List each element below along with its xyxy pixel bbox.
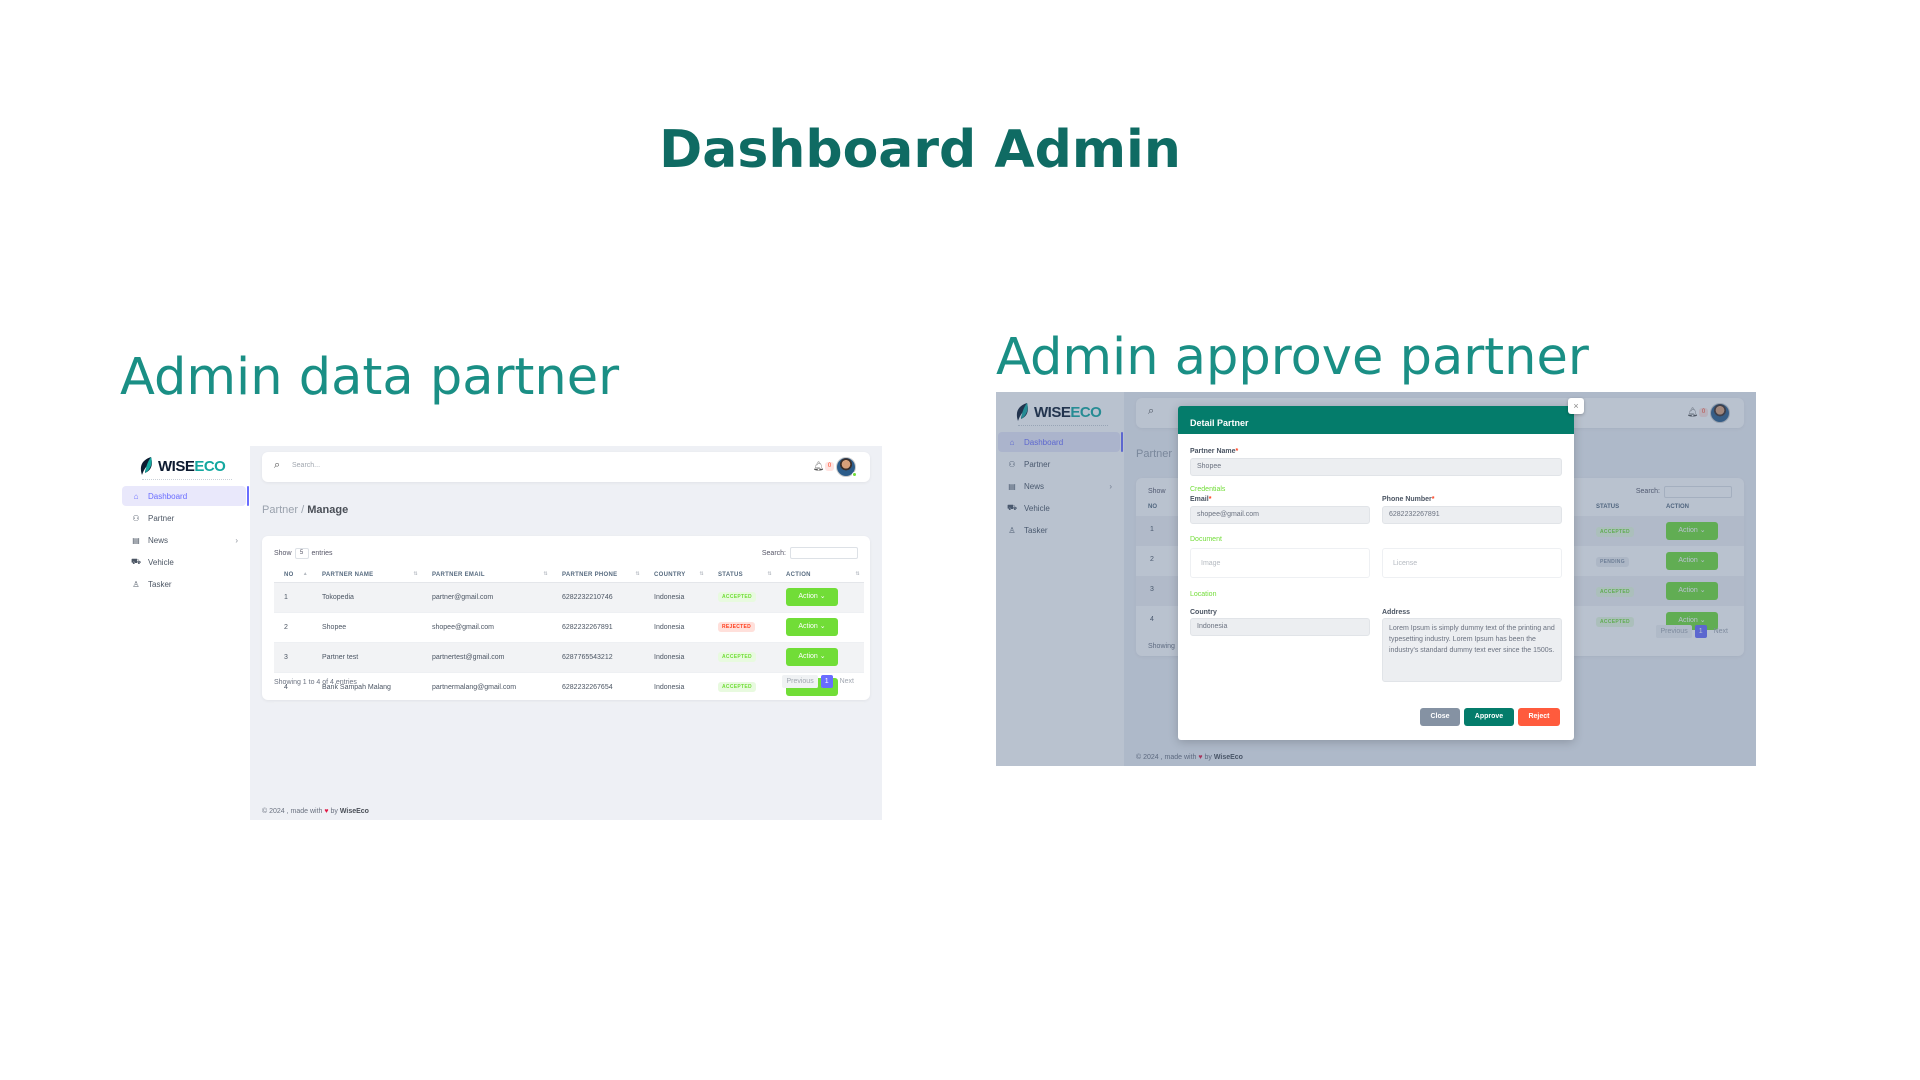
reject-button[interactable]: Reject [1518,708,1560,726]
sidebar-item-partner[interactable]: ⚇ Partner [122,508,246,528]
table-row: 3 Partner test partnertest@gmail.com 628… [274,642,864,673]
table-row: 4 Bank Sampah Malang partnermalang@gmail… [274,672,864,703]
location-section-label: Location [1190,591,1217,598]
approve-button[interactable]: Approve [1464,708,1514,726]
detail-partner-modal: Detail Partner × Partner Name* Shopee Cr… [1178,398,1584,740]
status-badge: ACCEPTED [718,682,756,692]
sidebar-item-tasker[interactable]: ♙ Tasker [122,574,246,594]
action-dropdown-button[interactable]: Action ⌄ [786,648,838,666]
person-icon: ♙ [132,579,140,589]
col-partner-name[interactable]: PARTNER NAME ⇅ [312,568,422,583]
phone-field[interactable]: 6282232267891 [1382,506,1562,524]
sidebar-item-label: Vehicle [148,557,174,567]
pagination-page-1[interactable]: 1 [820,675,833,688]
sidebar-item-vehicle[interactable]: ⛟ Vehicle [122,552,246,572]
credentials-section-label: Credentials [1190,486,1226,493]
brand-logo[interactable]: WISEECO [138,456,226,476]
truck-icon: ⛟ [130,557,142,566]
col-no[interactable]: NO ▲ [274,568,312,583]
user-icon: ⚇ [132,513,140,523]
sidebar-item-label: News [148,535,169,545]
table-header-row: NO ▲ PARTNER NAME ⇅ PARTNER EMAIL ⇅ PARTNER… [274,568,864,583]
phone-label: Phone Number* [1382,496,1435,503]
pagination: Previous 1 Next [782,675,858,688]
sidebar-item-news[interactable]: ▤ News › [122,530,246,550]
table-info: Showing 1 to 4 of 4 entries [274,679,357,686]
image-preview[interactable]: Image [1190,548,1370,578]
sidebar-item-dashboard[interactable]: ⌂ Dashboard [122,486,246,506]
brand-name: WISEECO [158,457,226,475]
table-search-label: Search: [761,550,786,557]
active-indicator [247,486,249,506]
country-field[interactable]: Indonesia [1190,618,1370,636]
sidebar-item-label: Dashboard [148,491,188,501]
page-length-control: Show 5 entries [274,548,333,559]
col-status[interactable]: STATUS ⇅ [708,568,776,583]
email-label: Email* [1190,496,1212,503]
notification-badge: 0 [825,462,834,471]
pagination-previous[interactable]: Previous [782,675,818,688]
table-row: 2 Shopee shopee@gmail.com 6282232267891 … [274,612,864,643]
table-search-input[interactable] [790,547,858,559]
screenshot-approve-partner: WISEECO ⌂ Dashboard ⚇ Partner ▤ News › ⛟ Vehi… [996,392,1756,766]
status-badge: ACCEPTED [718,592,756,602]
chevron-right-icon: › [235,535,238,545]
search-icon[interactable]: ⌕ [274,459,280,472]
online-status-dot [852,472,857,477]
caption-data-partner: Admin data partner [120,348,620,407]
bell-icon[interactable]: 🔔︎ [813,461,824,472]
pagination-next[interactable]: Next [836,675,858,688]
home-icon: ⌂ [133,491,139,501]
document-section-label: Document [1190,536,1222,543]
search-input[interactable]: Search... [292,462,320,469]
partner-name-field[interactable]: Shopee [1190,458,1562,476]
footer-copyright: © 2024 , made with ♥ by WiseEco [262,808,369,815]
partner-name-label: Partner Name* [1190,448,1239,455]
action-dropdown-button[interactable]: Action ⌄ [786,618,838,636]
status-badge: REJECTED [718,622,756,632]
screenshot-data-partner: WISEECO ⌂ Dashboard ⚇ Partner ▤ News › ⛟ Vehi… [120,446,882,820]
sidebar-item-label: Partner [148,513,175,523]
address-field[interactable]: Lorem Ipsum is simply dummy text of the … [1382,618,1562,682]
close-icon[interactable]: × [1568,398,1584,414]
page-length-select[interactable]: 5 [294,548,309,559]
page-title: Dashboard Admin [659,120,1181,180]
action-dropdown-button[interactable]: Action ⌄ [786,588,838,606]
sidebar-nav: ⌂ Dashboard ⚇ Partner ▤ News › ⛟ Vehicle ♙ Tas… [122,486,246,596]
footer-brand-link[interactable]: WiseEco [340,808,369,815]
close-button[interactable]: Close [1420,708,1460,726]
leaf-icon [140,457,152,475]
status-badge: ACCEPTED [718,652,756,662]
brand-tagline [142,477,232,480]
modal-title: Detail Partner [1178,406,1574,434]
col-partner-phone[interactable]: PARTNER PHONE ⇅ [552,568,644,583]
email-field[interactable]: shopee@gmail.com [1190,506,1370,524]
sidebar: WISEECO ⌂ Dashboard ⚇ Partner ▤ News › ⛟ Vehi… [120,446,250,820]
col-partner-email[interactable]: PARTNER EMAIL ⇅ [422,568,552,583]
caption-approve-partner: Admin approve partner [996,328,1589,387]
license-preview[interactable]: License [1382,548,1562,578]
partner-table: NO ▲ PARTNER NAME ⇅ PARTNER EMAIL ⇅ PARTNER… [274,568,864,703]
country-label: Country [1190,609,1217,616]
main-content: ⌕ Search... 🔔︎ 0 Partner / Manage Show 5… [250,446,882,820]
heart-icon: ♥ [324,808,329,815]
address-label: Address [1382,609,1411,616]
news-icon: ▤ [132,535,140,545]
topbar: ⌕ Search... 🔔︎ 0 [262,452,870,482]
col-country[interactable]: COUNTRY ⇅ [644,568,708,583]
col-action[interactable]: ACTION ⇅ [776,568,864,583]
sidebar-item-label: Tasker [148,579,172,589]
partner-table-card: Show 5 entries Search: NO ▲ PARTNER NAME ⇅… [262,536,870,703]
breadcrumb: Partner / Manage [262,504,349,516]
table-row: 1 Tokopedia partner@gmail.com 6282232210… [274,582,864,613]
